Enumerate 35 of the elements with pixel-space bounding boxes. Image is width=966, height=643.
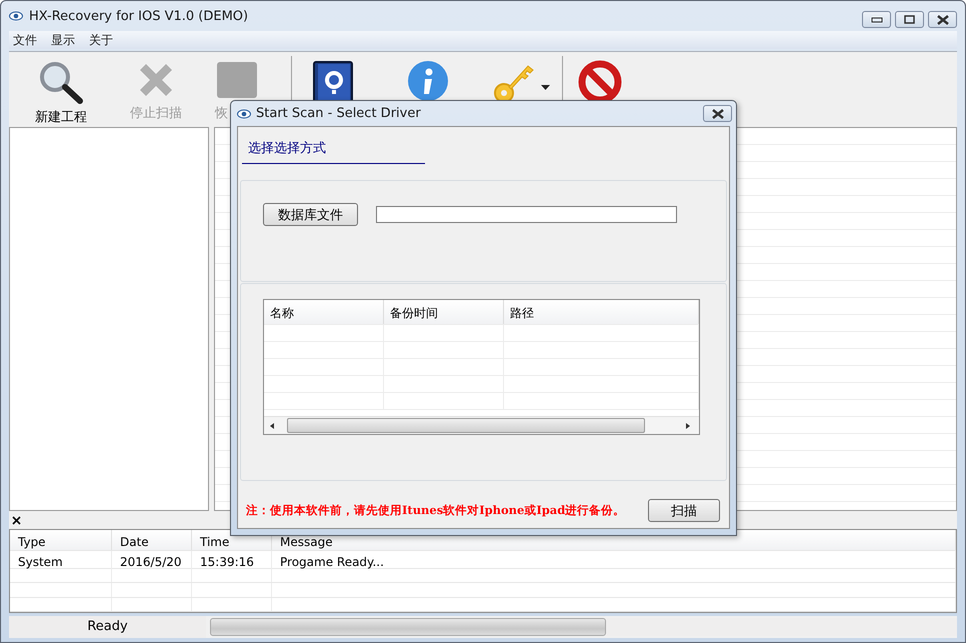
close-icon — [710, 108, 724, 118]
close-button[interactable] — [928, 11, 957, 28]
column-header[interactable]: 名称 — [264, 300, 384, 324]
table-cell: 2016/5/20 — [112, 551, 192, 569]
database-file-button[interactable]: 数据库文件 — [263, 203, 358, 226]
magnifier-icon — [38, 60, 84, 104]
close-button[interactable] — [703, 105, 732, 122]
table-cell: 15:39:16 — [192, 551, 272, 569]
dialog-title: Start Scan - Select Driver — [256, 106, 422, 121]
column-header[interactable]: 备份时间 — [384, 300, 504, 324]
toolbar-button[interactable]: 新建工程 — [35, 52, 87, 128]
section-heading: 选择选择方式 — [248, 140, 327, 157]
column-header[interactable]: 路径 — [504, 300, 699, 324]
window-title: HX-Recovery for IOS V1.0 (DEMO) — [29, 8, 250, 24]
caret-icon[interactable] — [541, 85, 550, 90]
table-cell: System — [10, 551, 112, 569]
column-header[interactable]: Type — [10, 530, 112, 550]
menu-item[interactable]: 关于 — [89, 32, 113, 48]
maximize-button[interactable] — [895, 11, 924, 28]
eye-icon — [237, 108, 251, 118]
minimize-icon — [870, 16, 882, 22]
horizontal-scrollbar[interactable] — [264, 416, 699, 434]
column-header[interactable]: Date — [112, 530, 192, 550]
table-cell: Progame Ready... — [272, 551, 956, 569]
warning-note: 注：使用本软件前，请先使用Itunes软件对Iphone或Ipad进行备份。 — [246, 503, 626, 518]
close-icon — [936, 14, 950, 24]
info-icon — [407, 60, 449, 102]
menu-item[interactable]: 文件 — [13, 32, 37, 48]
menu-item[interactable]: 显示 — [51, 32, 75, 48]
minimize-button[interactable] — [862, 11, 891, 28]
maximize-icon — [904, 15, 916, 24]
scan-button[interactable]: 扫描 — [648, 499, 720, 522]
eye-icon — [9, 11, 23, 21]
path-field[interactable] — [376, 206, 677, 223]
close-icon[interactable] — [12, 516, 21, 524]
